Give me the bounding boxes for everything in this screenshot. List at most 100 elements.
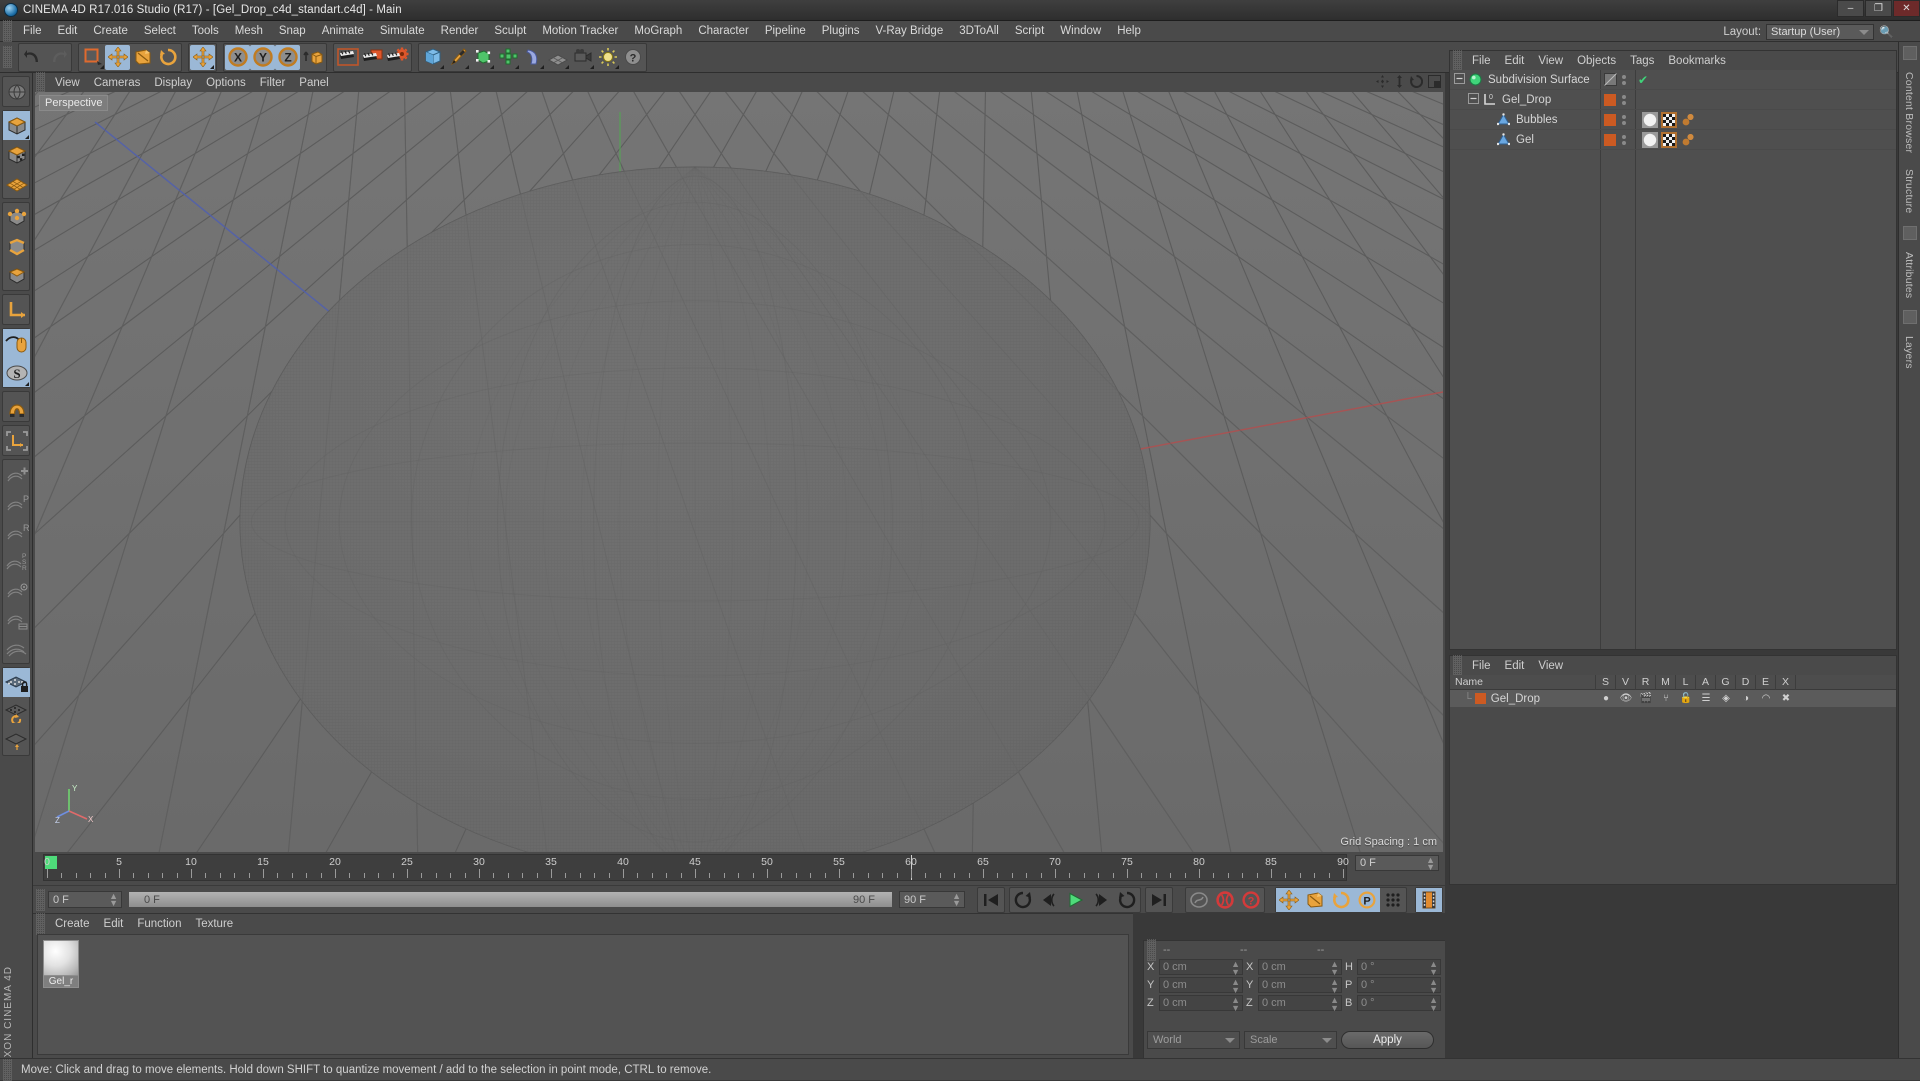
add-nurbs-button[interactable] xyxy=(470,45,495,70)
render-visibility-dot[interactable] xyxy=(1622,141,1626,145)
menu-item-snap[interactable]: Snap xyxy=(271,23,314,39)
tool-points-mode[interactable] xyxy=(3,203,30,232)
scale-tool-button[interactable] xyxy=(130,45,155,70)
transport-grip[interactable] xyxy=(36,889,45,911)
menu-item-motion-tracker[interactable]: Motion Tracker xyxy=(534,23,626,39)
menu-item-tools[interactable]: Tools xyxy=(184,23,227,39)
object-visibility-dots[interactable] xyxy=(1622,75,1626,85)
object-visibility-cell[interactable] xyxy=(1604,93,1616,111)
tool-soft-selection[interactable]: S xyxy=(3,358,30,387)
viewport-grip[interactable] xyxy=(36,72,45,94)
current-frame-field[interactable]: 0 F ▲▼ xyxy=(1355,855,1439,871)
undo-button[interactable] xyxy=(20,45,45,70)
tool-anim-plane[interactable] xyxy=(3,634,30,663)
material-menu-function[interactable]: Function xyxy=(130,917,188,931)
object-visibility-dots[interactable] xyxy=(1622,115,1626,125)
add-array-button[interactable] xyxy=(495,45,520,70)
apply-button[interactable]: Apply xyxy=(1341,1031,1434,1049)
material-list[interactable]: Gel_r xyxy=(37,934,1129,1055)
checker-texture-icon[interactable] xyxy=(1661,132,1677,153)
expand-collapse-icon[interactable] xyxy=(1454,71,1466,89)
render-to-picture-viewer-button[interactable] xyxy=(360,45,385,70)
object-visibility-dots[interactable] xyxy=(1622,95,1626,105)
spinner-icon[interactable]: ▲▼ xyxy=(1330,996,1339,1012)
add-camera-button[interactable] xyxy=(570,45,595,70)
viewport-menu-display[interactable]: Display xyxy=(147,76,199,90)
add-deformer-button[interactable] xyxy=(520,45,545,70)
panel-icon[interactable] xyxy=(1903,226,1917,240)
tool-axis-modify[interactable] xyxy=(3,295,30,324)
tab-attributes[interactable]: Attributes xyxy=(1903,246,1915,304)
expression-icon[interactable]: ◠ xyxy=(1756,693,1776,704)
go-to-end-button[interactable] xyxy=(1146,888,1172,912)
maximize-button[interactable]: ❐ xyxy=(1865,0,1892,17)
coordinate-input[interactable]: 0 cm▲▼ xyxy=(1258,995,1342,1011)
viewport-menu-panel[interactable]: Panel xyxy=(292,76,335,90)
viewport-3d[interactable]: Perspective Grid Spacing : 1 cm xyxy=(35,92,1443,852)
search-icon[interactable]: 🔍 xyxy=(1879,25,1894,39)
tool-object-axis[interactable] xyxy=(3,426,30,455)
layer-grip[interactable] xyxy=(1453,655,1462,677)
layer-color-swatch[interactable] xyxy=(1475,693,1486,704)
tool-anim-param[interactable] xyxy=(3,605,30,634)
menu-item-v-ray-bridge[interactable]: V-Ray Bridge xyxy=(867,23,951,39)
menu-item-mesh[interactable]: Mesh xyxy=(227,23,271,39)
layer-column-g[interactable]: G xyxy=(1716,675,1736,690)
go-to-start-button[interactable] xyxy=(978,888,1004,912)
menu-item-character[interactable]: Character xyxy=(690,23,757,39)
tab-structure[interactable]: Structure xyxy=(1903,163,1915,219)
render-visibility-dot[interactable] xyxy=(1622,81,1626,85)
next-frame-button[interactable] xyxy=(1088,888,1114,912)
close-button[interactable]: ✕ xyxy=(1893,0,1920,17)
move-tool-button[interactable] xyxy=(105,45,130,70)
object-visibility-cell[interactable] xyxy=(1604,113,1616,131)
object-visibility-dots[interactable] xyxy=(1622,135,1626,145)
layer-column-x[interactable]: X xyxy=(1776,675,1796,690)
tool-snap-magnet[interactable] xyxy=(3,392,30,421)
record-rotation-button[interactable] xyxy=(1328,888,1354,912)
coordinate-input[interactable]: 0 cm▲▼ xyxy=(1159,959,1243,975)
spinner-icon[interactable]: ▲▼ xyxy=(1426,857,1435,871)
move-duplicate-button[interactable] xyxy=(190,45,215,70)
autokey-button[interactable] xyxy=(1186,888,1212,912)
object-color-swatch[interactable] xyxy=(1604,133,1616,151)
record-parameter-button[interactable]: P xyxy=(1354,888,1380,912)
zoom-icon[interactable] xyxy=(1394,75,1405,93)
spinner-icon[interactable]: ▲▼ xyxy=(1429,996,1438,1012)
object-manager-grip[interactable] xyxy=(1453,50,1462,72)
menu-item-mograph[interactable]: MoGraph xyxy=(626,23,690,39)
timeline-button[interactable] xyxy=(1416,888,1442,912)
add-environment-button[interactable] xyxy=(545,45,570,70)
coordinate-input[interactable]: 0 °▲▼ xyxy=(1357,995,1441,1011)
lock-y-axis-button[interactable]: Y xyxy=(250,45,275,70)
object-visibility-cell[interactable] xyxy=(1604,73,1617,91)
lock-x-axis-button[interactable]: X xyxy=(225,45,250,70)
play-button[interactable] xyxy=(1062,888,1088,912)
tool-enable-axis[interactable] xyxy=(3,329,30,358)
layer-menu-file[interactable]: File xyxy=(1465,659,1498,673)
render-clapper-icon[interactable]: 🎬 xyxy=(1636,693,1656,704)
layer-column-s[interactable]: S xyxy=(1596,675,1616,690)
layer-row-name-cell[interactable]: └Gel_Drop xyxy=(1450,693,1596,705)
viewport-menu-cameras[interactable]: Cameras xyxy=(87,76,148,90)
object-row[interactable]: 0Gel_Drop xyxy=(1450,90,1896,110)
layer-column-e[interactable]: E xyxy=(1756,675,1776,690)
eye-icon[interactable]: 👁 xyxy=(1616,693,1636,704)
spinner-icon[interactable]: ▲▼ xyxy=(1231,978,1240,994)
material-menu-create[interactable]: Create xyxy=(48,917,97,931)
maximize-icon[interactable] xyxy=(1428,75,1441,93)
redo-button[interactable] xyxy=(45,45,70,70)
record-position-button[interactable] xyxy=(1276,888,1302,912)
coordinate-input[interactable]: 0 cm▲▼ xyxy=(1159,977,1243,993)
editor-visibility-dot[interactable] xyxy=(1622,135,1626,139)
menu-item-script[interactable]: Script xyxy=(1007,23,1052,39)
tool-undo-view[interactable] xyxy=(3,77,30,106)
table-row[interactable]: └Gel_Drop●👁🎬⑂🔓☰◈◑◠✖ xyxy=(1450,690,1896,707)
world-object-coord-button[interactable] xyxy=(300,45,325,70)
tool-anim-psr[interactable]: PSR xyxy=(3,547,30,576)
tool-edges-mode[interactable] xyxy=(3,232,30,261)
minimize-button[interactable]: – xyxy=(1837,0,1864,17)
manager-icon[interactable]: ⑂ xyxy=(1656,693,1676,704)
spinner-icon[interactable]: ▲▼ xyxy=(1429,978,1438,994)
menu-item-select[interactable]: Select xyxy=(136,23,184,39)
